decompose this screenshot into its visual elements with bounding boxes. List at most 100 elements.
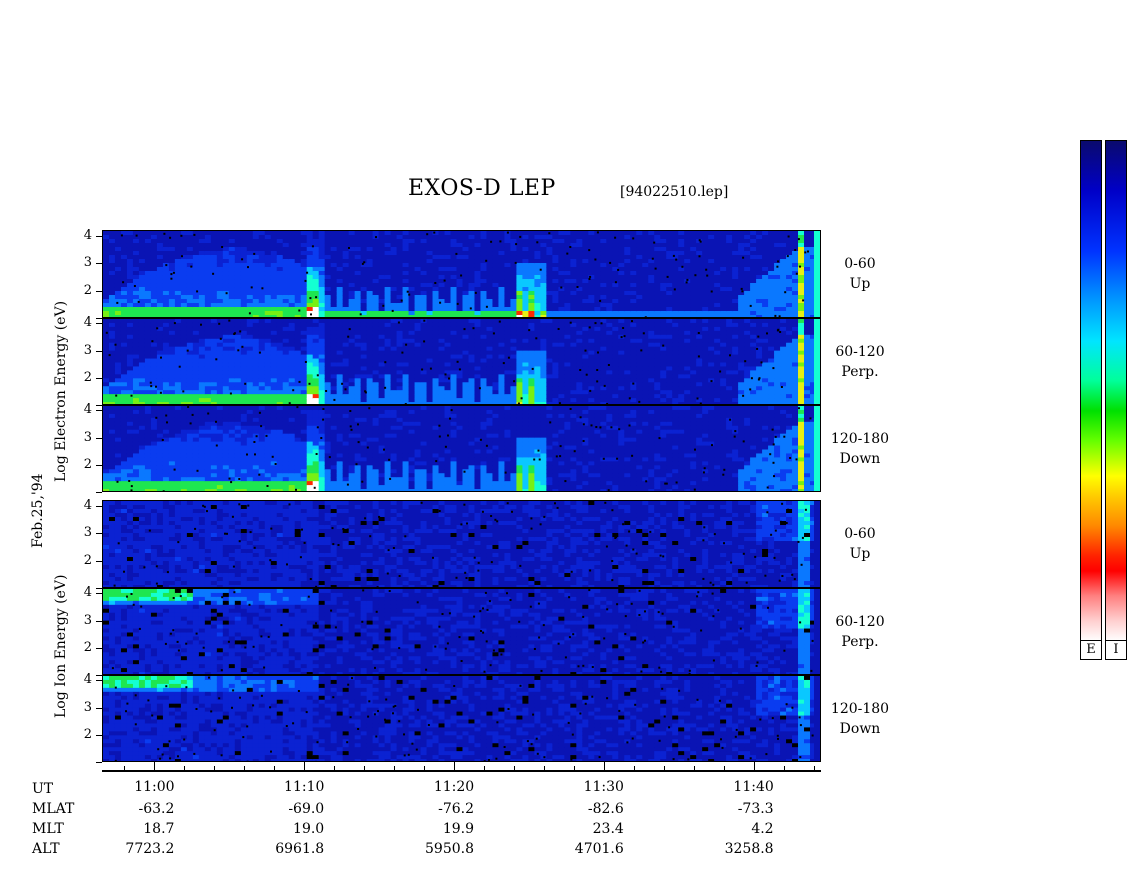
spectrogram-cell <box>804 283 811 288</box>
spectrogram-cell <box>414 378 422 383</box>
spectrogram-cell <box>636 374 643 379</box>
spectrogram-cell <box>312 263 320 268</box>
spectrogram-cell <box>312 299 320 304</box>
spectrogram-cell <box>282 235 290 240</box>
spectrogram-cell <box>708 251 715 256</box>
spectrogram-cell <box>390 378 398 383</box>
spectrogram-cell <box>168 350 176 356</box>
spectrogram-cell <box>486 370 494 375</box>
spectrogram-cell <box>282 259 290 264</box>
spectrogram-cell <box>426 374 434 379</box>
spectrogram-cell <box>522 231 530 236</box>
spectrogram-cell <box>594 247 601 252</box>
spectrogram-cell <box>294 386 302 391</box>
spectrogram-cell <box>558 366 565 371</box>
spectrogram-cell <box>654 279 661 284</box>
spectrogram-cell <box>180 350 188 356</box>
spectrogram-cell <box>636 251 643 256</box>
spectrogram-cell <box>522 378 530 383</box>
spectrogram-cell <box>528 231 535 236</box>
spectrogram-cell <box>720 279 727 284</box>
spectrogram-cell <box>360 267 368 272</box>
spectrogram-cell <box>492 275 500 280</box>
spectrogram-cell <box>486 342 494 348</box>
spectrogram-cell <box>600 366 607 371</box>
spectrogram-cell <box>516 334 524 340</box>
spectrogram-cell <box>144 326 152 332</box>
noise-dot <box>787 235 790 238</box>
spectrogram-cell <box>702 235 709 240</box>
spectrogram-cell <box>594 386 601 391</box>
spectrogram-cell <box>672 366 679 371</box>
spectrogram-cell <box>222 303 230 308</box>
spectrogram-cell <box>444 350 452 356</box>
spectrogram-cell <box>690 263 697 268</box>
spectrogram-cell <box>588 303 595 308</box>
spectrogram-cell <box>336 255 344 260</box>
spectrogram-cell <box>420 275 428 280</box>
spectrogram-cell <box>618 291 625 296</box>
spectrogram-cell <box>486 299 494 304</box>
spectrogram-cell <box>594 374 601 379</box>
spectrogram-cell <box>576 394 583 399</box>
noise-dot <box>469 307 472 310</box>
spectrogram-cell <box>252 287 260 292</box>
spectrogram-cell <box>636 326 643 332</box>
spectrogram-cell <box>516 326 524 332</box>
spectrogram-cell <box>588 271 595 276</box>
spectrogram-cell <box>492 243 500 248</box>
spectrogram-cell <box>654 366 661 371</box>
spectrogram-cell <box>636 299 643 304</box>
spectrogram-cell <box>450 386 458 391</box>
spectrogram-cell <box>618 362 625 368</box>
spectrogram-cell <box>768 307 775 312</box>
spectrogram-cell <box>504 267 512 272</box>
spectrogram-cell <box>480 362 488 368</box>
spectrogram-cell <box>504 346 512 352</box>
spectrogram-cell <box>216 275 224 280</box>
spectrogram-cell <box>108 255 116 260</box>
spectrogram-cell <box>426 299 434 304</box>
noise-dot <box>253 252 256 255</box>
spectrogram-cell <box>450 334 458 340</box>
spectrogram-cell <box>270 291 278 296</box>
spectrogram-cell <box>522 291 530 296</box>
spectrogram-cell <box>108 358 116 364</box>
spectrogram-cell <box>228 362 236 368</box>
spectrogram-cell <box>246 255 254 260</box>
spectrogram-cell <box>504 255 512 260</box>
spectrogram-cell <box>762 263 769 268</box>
spectrogram-cell <box>300 346 308 352</box>
spectrogram-cell <box>276 334 284 340</box>
spectrogram-cell <box>348 334 356 340</box>
spectrogram-cell <box>582 283 589 288</box>
spectrogram-cell <box>306 255 314 260</box>
spectrogram-cell <box>678 243 685 248</box>
spectrogram-cell <box>648 307 655 312</box>
spectrogram-cell <box>696 295 703 300</box>
spectrogram-cell <box>312 366 320 371</box>
spectrogram-cell <box>228 350 236 356</box>
spectrogram-cell <box>528 334 535 340</box>
spectrogram-cell <box>372 263 380 268</box>
spectrogram-cell <box>744 247 751 252</box>
spectrogram-cell <box>474 259 482 264</box>
spectrogram-cell <box>486 350 494 356</box>
spectrogram-cell <box>612 330 619 336</box>
spectrogram-cell <box>348 275 356 280</box>
spectrogram-cell <box>570 378 577 383</box>
spectrogram-cell <box>504 243 512 248</box>
spectrogram-cell <box>618 299 625 304</box>
spectrogram-cell <box>630 330 637 336</box>
spectrogram-cell <box>252 374 260 379</box>
spectrogram-cell <box>372 307 380 312</box>
spectrogram-cell <box>144 319 152 324</box>
spectrogram-cell <box>390 334 398 340</box>
spectrogram-cell <box>612 390 619 395</box>
spectrogram-cell <box>210 247 218 252</box>
spectrogram-cell <box>360 346 368 352</box>
spectrogram-cell <box>120 275 128 280</box>
spectrogram-cell <box>612 378 619 383</box>
spectrogram-cell <box>468 362 476 368</box>
spectrogram-cell <box>678 251 685 256</box>
